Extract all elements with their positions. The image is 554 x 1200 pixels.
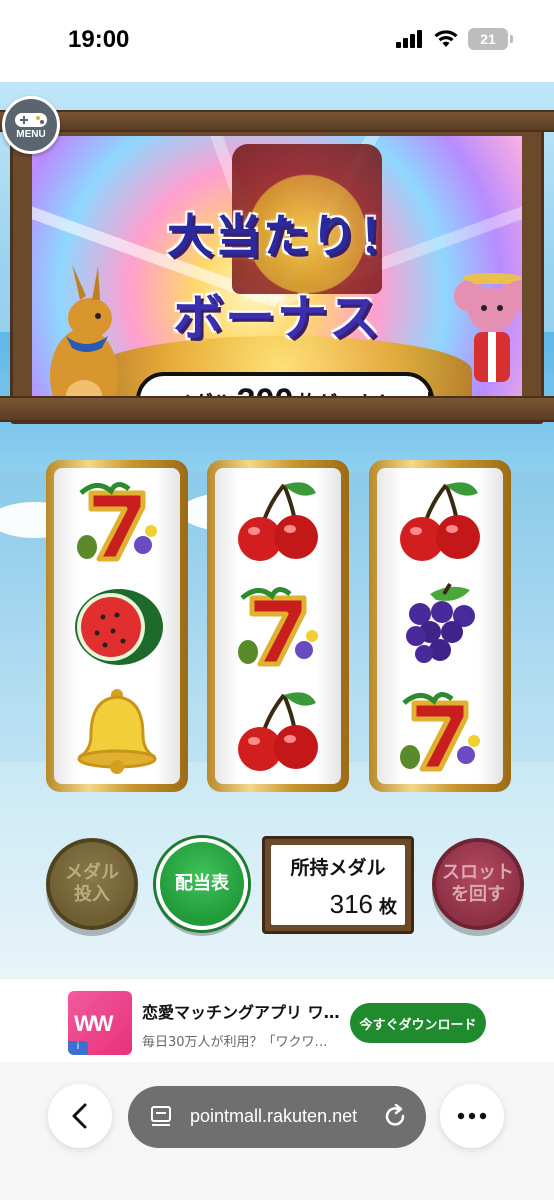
more-button[interactable] [440,1084,504,1148]
bell-symbol-icon [62,683,172,779]
ad-download-button[interactable]: 今すぐダウンロード [350,1003,486,1043]
page-icon [151,1106,171,1126]
seven-symbol-icon [223,578,333,674]
url-text: pointmall.rakuten.net [190,1106,358,1126]
insert-medal-button[interactable]: メダル 投入 [46,838,138,930]
banner-title-jackpot: 大当たり！ [167,209,407,263]
reload-icon[interactable] [382,1104,408,1130]
seven-symbol-icon [385,683,495,779]
reel-window [377,468,503,784]
medal-counter-panel: 所持メダル 316 枚 [271,845,405,925]
more-icon [457,1112,487,1120]
status-time: 19:00 [68,26,130,53]
battery-icon: 21 [468,28,513,50]
reward-speech-bubble: メダル 300 枚ゲット！ [136,372,444,398]
reel-window [215,468,341,784]
reel-3 [369,460,511,792]
spin-label: スロット を回す [442,862,514,905]
medal-count: 316 [329,889,373,919]
spin-button[interactable]: スロット を回す [432,838,524,930]
reel-1 [46,460,188,792]
cherry-symbol-icon [223,473,333,569]
address-bar[interactable]: pointmall.rakuten.net [128,1086,426,1148]
status-bar: 19:00 21 [0,0,554,82]
board-beam [0,396,554,422]
medal-unit: 枚 [379,897,397,918]
screen: 19:00 21 大当たり！ ボーナス MENU メダル 投入 配当表 所持メダ… [0,0,554,1200]
back-icon [72,1103,87,1129]
insert-medal-label: メダル 投入 [65,862,119,905]
signal-icon [396,30,422,48]
payout-table-button[interactable]: 配当表 [156,838,248,930]
banner-title-bonus: ボーナス [173,289,381,347]
cherry-symbol-icon [385,473,495,569]
grape-symbol-icon [385,578,495,674]
board-beam [0,110,554,132]
cherry-symbol-icon [223,683,333,779]
payout-table-label: 配当表 [175,873,229,895]
reel-2 [207,460,349,792]
menu-button[interactable]: MENU [2,96,60,154]
status-icons: 21 [396,28,513,50]
ad-title: 恋愛マッチングアプリ ワ… [142,1003,340,1022]
reel-window [54,468,180,784]
seven-symbol-icon [62,473,172,569]
medal-counter-label: 所持メダル [290,857,386,879]
ad-banner[interactable]: WW i 恋愛マッチングアプリ ワ… 毎日30万人が利用？「ワクワ… 今すぐダウ… [0,978,554,1060]
gamepad-icon [15,112,47,127]
ad-app-icon: WW i [68,991,132,1055]
medal-counter: 所持メダル 316 枚 [262,836,414,934]
menu-label: MENU [16,128,46,140]
ad-icon-text: WW [74,1011,114,1036]
watermelon-symbol-icon [62,578,172,674]
back-button[interactable] [48,1084,112,1148]
browser-toolbar: pointmall.rakuten.net [0,1062,554,1200]
ad-subtitle: 毎日30万人が利用？「ワクワ… [142,1035,328,1050]
bonus-banner: 大当たり！ ボーナス メダル 300 枚ゲット！ [32,136,522,398]
ad-badge-icon: i [68,1041,88,1055]
wifi-icon [434,30,458,47]
